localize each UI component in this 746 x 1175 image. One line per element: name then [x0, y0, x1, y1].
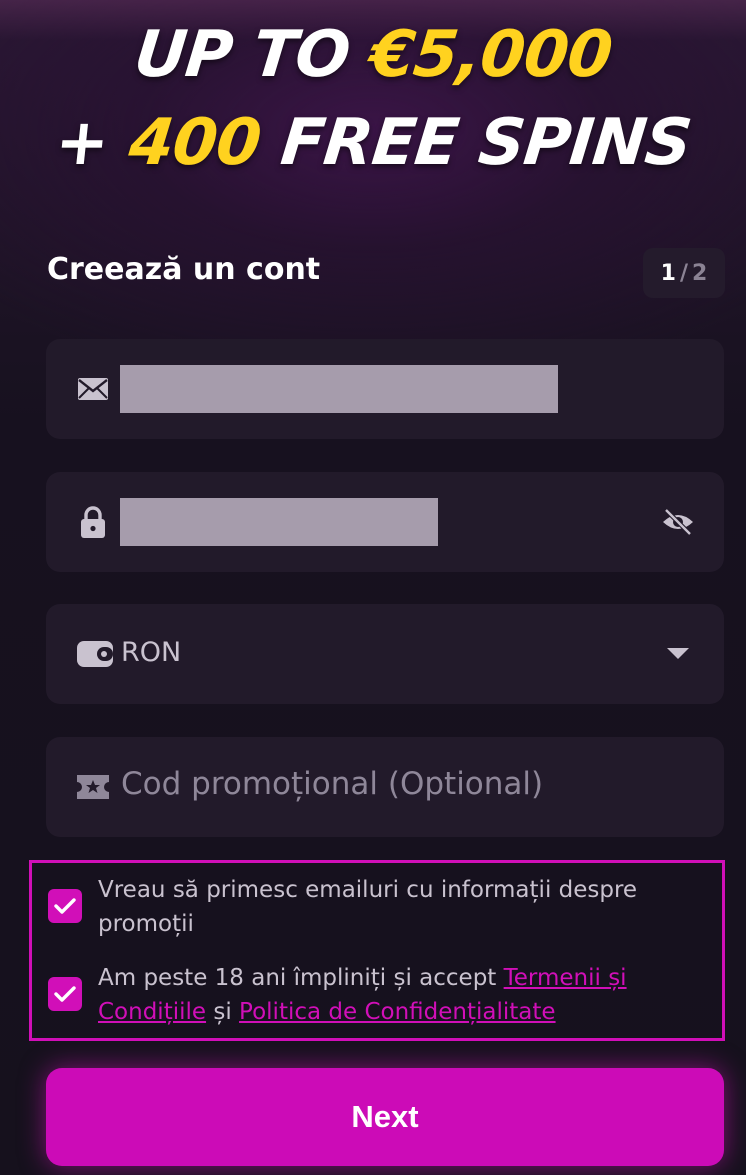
- terms-consent-label: Am peste 18 ani împliniți și accept Term…: [98, 961, 708, 1029]
- promo-code-input[interactable]: Cod promoțional (Optional): [46, 737, 724, 837]
- email-value-redacted: [120, 365, 558, 413]
- email-field[interactable]: [46, 339, 724, 439]
- currency-select[interactable]: RON: [46, 604, 724, 704]
- promo-text: FREE SPINS: [256, 106, 695, 180]
- currency-value: RON: [121, 637, 182, 668]
- step-indicator: 1 / 2: [643, 248, 725, 298]
- form-title: Creează un cont: [47, 252, 321, 287]
- marketing-consent-checkbox[interactable]: [48, 889, 82, 923]
- marketing-consent-row: Vreau să primesc emailuri cu informații …: [48, 873, 708, 941]
- promo-headline-line1: UP TO €5,000: [0, 18, 746, 92]
- password-value-redacted: [120, 498, 438, 546]
- step-separator: /: [679, 260, 689, 286]
- privacy-link[interactable]: Politica de Confidențialitate: [239, 999, 556, 1025]
- step-total: 2: [692, 260, 708, 286]
- lock-icon: [76, 504, 110, 540]
- checkmark-icon: [54, 898, 76, 914]
- next-button[interactable]: Next: [46, 1068, 724, 1166]
- ticket-star-icon: [76, 773, 110, 801]
- chevron-down-icon[interactable]: [660, 638, 696, 670]
- step-current: 1: [660, 260, 676, 286]
- terms-consent-prefix: Am peste 18 ani împliniți și accept: [98, 965, 504, 991]
- terms-consent-checkbox[interactable]: [48, 977, 82, 1011]
- promo-text: +: [51, 106, 134, 180]
- checkmark-icon: [54, 986, 76, 1002]
- marketing-consent-label: Vreau să primesc emailuri cu informații …: [98, 877, 638, 937]
- and-word: și: [206, 999, 240, 1025]
- promo-spins-count: 400: [125, 106, 264, 180]
- wallet-icon: [76, 640, 114, 668]
- terms-consent-row: Am peste 18 ani împliniți și accept Term…: [48, 961, 708, 1029]
- consent-section: Vreau să primesc emailuri cu informații …: [29, 860, 725, 1041]
- envelope-icon: [76, 375, 110, 403]
- promo-headline-line2: + 400 FREE SPINS: [0, 106, 746, 180]
- promo-code-placeholder: Cod promoțional (Optional): [121, 766, 544, 802]
- promo-amount: €5,000: [366, 18, 616, 92]
- eye-off-icon[interactable]: [660, 506, 696, 538]
- password-field[interactable]: [46, 472, 724, 572]
- promo-text: UP TO: [130, 18, 375, 92]
